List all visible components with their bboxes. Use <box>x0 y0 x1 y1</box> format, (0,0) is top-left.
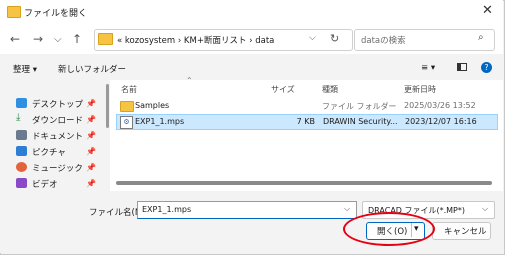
cancel-button-label: キャンセル <box>444 227 487 237</box>
column-header-date[interactable]: 更新日時 <box>404 84 436 95</box>
file-date: 2025/03/26 13:52 <box>404 101 476 110</box>
chevron-down-icon[interactable]: ⌵ <box>54 34 62 45</box>
column-header-size[interactable]: サイズ <box>271 84 295 95</box>
sidebar-item-label: ダウンロード <box>32 116 84 126</box>
horizontal-scrollbar[interactable] <box>116 181 492 185</box>
refresh-icon[interactable]: ↻ <box>330 32 339 45</box>
help-icon[interactable]: ? <box>481 62 492 73</box>
pictures-icon <box>16 146 27 156</box>
desktop-icon <box>16 98 27 108</box>
back-arrow-icon[interactable]: ← <box>10 32 20 46</box>
view-menu-button[interactable]: ≡ ▾ <box>421 63 435 73</box>
file-type: DRAWIN Security... <box>323 117 398 126</box>
sort-caret-icon: ⌃ <box>186 76 193 85</box>
file-type: ファイル フォルダー <box>322 102 397 111</box>
close-icon[interactable]: ✕ <box>482 3 493 18</box>
filename-value[interactable]: EXP1_1.mps <box>142 205 191 214</box>
organize-button[interactable]: 整理 ▾ <box>13 63 37 75</box>
folder-icon <box>98 33 113 45</box>
up-arrow-icon[interactable]: ↑ <box>72 32 82 46</box>
pin-icon[interactable]: 📌 <box>86 163 96 172</box>
pin-icon[interactable]: 📌 <box>86 179 96 188</box>
window-title: ファイルを開く <box>24 9 88 19</box>
sidebar-item-label: ドキュメント <box>32 132 84 142</box>
file-list <box>110 80 503 191</box>
new-folder-button[interactable]: 新しいフォルダー <box>58 63 126 75</box>
sidebar-scrollbar[interactable] <box>106 84 109 128</box>
documents-icon <box>16 130 27 140</box>
file-row[interactable]: Samples ファイル フォルダー 2025/03/26 13:52 <box>116 99 496 113</box>
pin-icon[interactable]: 📌 <box>86 115 96 124</box>
file-row-selected[interactable]: ⚙ EXP1_1.mps 7 KB DRAWIN Security... 202… <box>116 114 498 130</box>
column-header-name[interactable]: 名前 <box>121 84 137 95</box>
sidebar-item-label: ビデオ <box>32 180 58 190</box>
breadcrumb[interactable]: « kozosystem › KM+断面リスト › data <box>117 34 274 46</box>
annotation-ellipse <box>343 212 435 246</box>
pin-icon[interactable]: 📌 <box>86 147 96 156</box>
music-icon <box>16 162 27 172</box>
chevron-down-icon[interactable]: ⌵ <box>344 204 350 214</box>
folder-icon <box>7 6 21 18</box>
chevron-down-icon[interactable]: ⌵ <box>482 204 488 214</box>
chevron-down-icon[interactable]: ⌵ <box>309 33 316 43</box>
folder-icon <box>120 101 134 112</box>
video-icon <box>16 178 27 188</box>
pin-icon[interactable]: 📌 <box>86 99 96 108</box>
search-icon[interactable]: ⌕ <box>478 32 484 43</box>
column-header-type[interactable]: 種類 <box>322 84 338 95</box>
download-icon: ⤓ <box>16 112 21 123</box>
file-date: 2023/12/07 16:16 <box>405 117 477 126</box>
sidebar-item-label: ミュージック <box>32 164 83 174</box>
file-size: 7 KB <box>296 117 315 126</box>
pin-icon[interactable]: 📌 <box>86 131 96 140</box>
sidebar-item-label: デスクトップ <box>32 100 84 110</box>
search-placeholder: dataの検索 <box>361 36 406 46</box>
forward-arrow-icon[interactable]: → <box>33 32 43 46</box>
file-name: EXP1_1.mps <box>135 117 185 126</box>
sidebar-item-label: ピクチャ <box>32 148 66 158</box>
file-name: Samples <box>135 101 170 110</box>
preview-pane-icon[interactable] <box>457 63 467 71</box>
mps-file-icon: ⚙ <box>120 116 133 129</box>
